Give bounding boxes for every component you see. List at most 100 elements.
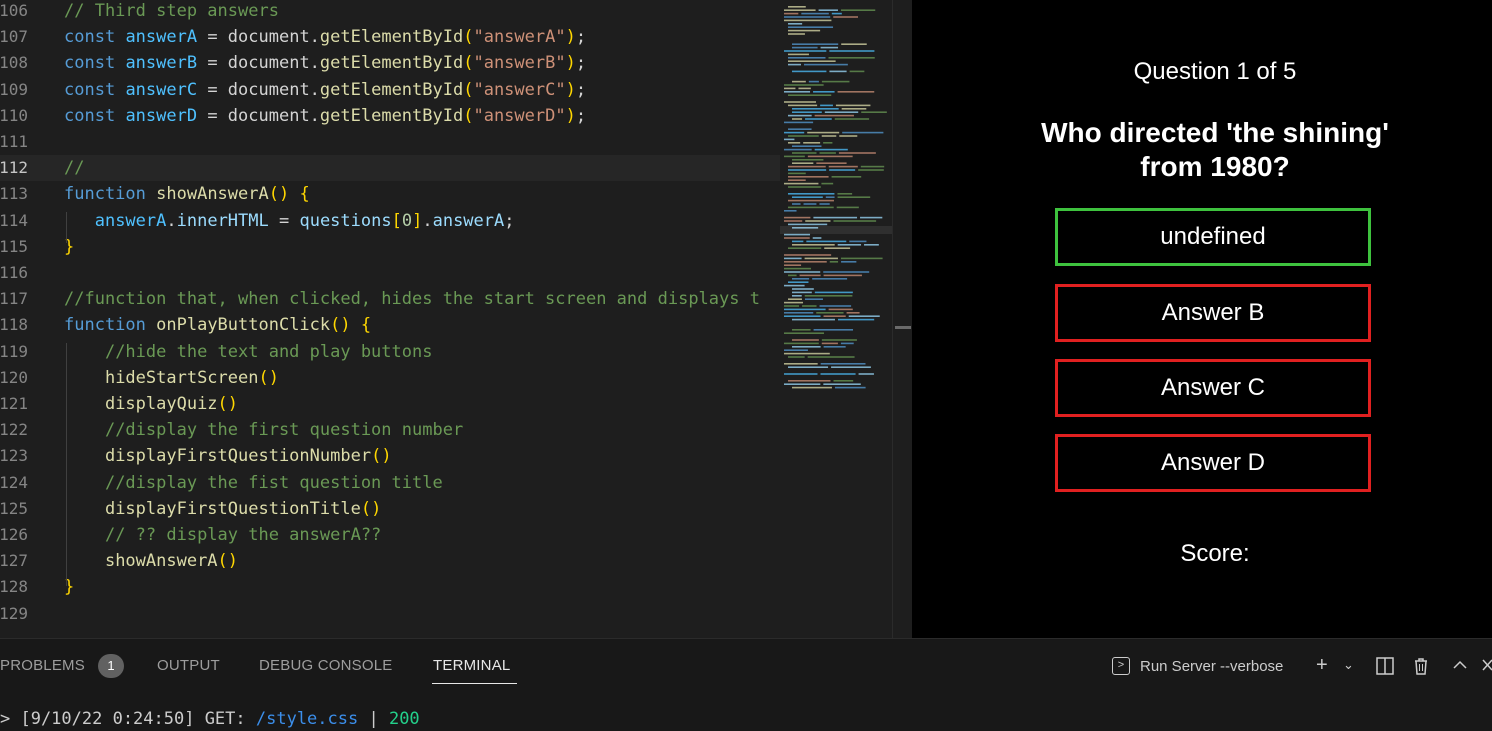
minimap-line: [821, 342, 838, 345]
code-line[interactable]: 109 const answerC = document.getElementBy…: [0, 77, 780, 103]
minimap[interactable]: [780, 0, 892, 638]
code-line[interactable]: 106 // Third step answers: [0, 0, 780, 24]
code-text[interactable]: //hide the text and play buttons: [64, 339, 433, 365]
close-icon[interactable]: [1482, 653, 1492, 679]
line-number: 127: [0, 551, 28, 571]
minimap-line: [784, 308, 826, 311]
code-line[interactable]: 122 //display the first question number: [0, 417, 780, 443]
line-number: 111: [0, 132, 28, 151]
minimap-line: [807, 131, 840, 134]
minimap-line: [784, 284, 805, 287]
minimap-line: [823, 383, 861, 385]
trash-icon[interactable]: [1411, 653, 1431, 682]
answer-b-button[interactable]: Answer B: [1055, 284, 1371, 342]
code-text[interactable]: // Third step answers: [64, 0, 279, 24]
chevron-up-icon[interactable]: [1452, 653, 1468, 679]
minimap-line: [819, 152, 836, 154]
minimap-line: [788, 6, 806, 8]
line-number: 123: [0, 446, 28, 466]
minimap-line: [860, 165, 885, 168]
code-text[interactable]: //function that, when clicked, hides the…: [64, 286, 760, 312]
code-text[interactable]: // ?? display the answerA??: [64, 522, 381, 548]
code-text[interactable]: //display the first question number: [64, 417, 463, 443]
code-line[interactable]: 129: [0, 601, 780, 627]
code-text[interactable]: displayFirstQuestionTitle(): [64, 496, 381, 522]
tab-debug-console[interactable]: DEBUG CONSOLE: [259, 656, 392, 676]
code-text[interactable]: const answerC = document.getElementById(…: [64, 77, 586, 103]
code-text[interactable]: function showAnswerA() {: [64, 181, 310, 207]
code-text[interactable]: const answerD = document.getElementById(…: [64, 103, 586, 129]
minimap-line: [805, 118, 832, 120]
code-text[interactable]: const answerB = document.getElementById(…: [64, 50, 586, 76]
code-line[interactable]: 125 displayFirstQuestionTitle(): [0, 496, 780, 522]
score-label: Score:: [1180, 540, 1250, 567]
minimap-line: [792, 295, 802, 297]
minimap-line: [784, 131, 805, 134]
minimap-line: [813, 329, 854, 331]
minimap-line: [831, 176, 862, 178]
code-line[interactable]: 118 function onPlayButtonClick() {: [0, 312, 780, 338]
code-editor[interactable]: 106 // Third step answers 107 const answerA…: [0, 0, 780, 638]
minimap-line: [825, 196, 835, 198]
code-line[interactable]: 113 function showAnswerA() {: [0, 181, 780, 207]
minimap-line: [788, 135, 819, 137]
code-line[interactable]: 112 //: [0, 155, 780, 182]
code-line[interactable]: 126 // ?? display the answerA??: [0, 522, 780, 548]
code-text[interactable]: function onPlayButtonClick() {: [64, 312, 371, 338]
minimap-line: [792, 291, 812, 294]
code-line[interactable]: 111: [0, 129, 780, 155]
code-line[interactable]: 123 displayFirstQuestionNumber(): [0, 443, 780, 469]
minimap-line: [788, 176, 829, 178]
code-text[interactable]: hideStartScreen(): [64, 365, 279, 391]
minimap-line: [788, 179, 806, 181]
code-text[interactable]: //: [64, 155, 84, 181]
minimap-line: [831, 12, 842, 15]
code-line[interactable]: 119 //hide the text and play buttons: [0, 339, 780, 365]
minimap-line: [837, 318, 875, 321]
tab-output[interactable]: OUTPUT: [157, 656, 220, 676]
code-text[interactable]: //display the fist question title: [64, 470, 443, 496]
minimap-line: [788, 165, 826, 168]
minimap-line: [784, 363, 818, 365]
code-text[interactable]: answerA.innerHTML = questions[0].answerA…: [64, 208, 515, 234]
minimap-line: [784, 349, 808, 351]
minimap-line: [829, 169, 856, 171]
tab-problems[interactable]: PROBLEMS: [0, 656, 85, 676]
code-line[interactable]: 121 displayQuiz(): [0, 391, 780, 417]
minimap-line: [820, 363, 866, 365]
minimap-line: [804, 298, 823, 300]
code-line[interactable]: 124 //display the fist question title: [0, 470, 780, 496]
code-line[interactable]: 116: [0, 260, 780, 286]
scrollbar-thumb[interactable]: [895, 326, 911, 329]
minimap-line: [837, 196, 871, 198]
editor-scrollbar[interactable]: [892, 0, 913, 638]
split-icon[interactable]: [1375, 653, 1395, 682]
code-line[interactable]: 115}: [0, 234, 780, 260]
code-text[interactable]: displayQuiz(): [64, 391, 238, 417]
minimap-line: [816, 162, 847, 164]
code-text[interactable]: showAnswerA(): [64, 548, 238, 574]
minimap-line: [792, 111, 822, 113]
code-line[interactable]: 110 const answerD = document.getElementBy…: [0, 103, 780, 129]
line-number: 120: [0, 367, 28, 387]
code-line[interactable]: 108 const answerB = document.getElementBy…: [0, 50, 780, 76]
answer-c-button[interactable]: Answer C: [1055, 359, 1371, 417]
answer-d-button[interactable]: Answer D: [1055, 434, 1371, 492]
line-number: 116: [0, 263, 28, 282]
code-line[interactable]: 128}: [0, 574, 780, 600]
minimap-line: [784, 257, 802, 260]
chevron-down-icon[interactable]: ⌄: [1343, 653, 1354, 677]
code-line[interactable]: 107 const answerA = document.getElementBy…: [0, 24, 780, 50]
tab-terminal[interactable]: TERMINAL: [433, 656, 510, 676]
answer-a-button[interactable]: undefined: [1055, 208, 1371, 266]
minimap-line: [788, 63, 802, 66]
indent-guide: [66, 211, 67, 244]
code-text[interactable]: const answerA = document.getElementById(…: [64, 24, 586, 50]
minimap-line: [792, 278, 810, 280]
code-text[interactable]: displayFirstQuestionNumber(): [64, 443, 392, 469]
code-line[interactable]: 114 answerA.innerHTML = questions[0].ans…: [0, 208, 780, 234]
code-line[interactable]: 127 showAnswerA(): [0, 548, 780, 574]
plus-icon[interactable]: +: [1316, 653, 1328, 677]
code-line[interactable]: 120 hideStartScreen(): [0, 365, 780, 391]
code-line[interactable]: 117 //function that, when clicked, hides …: [0, 286, 780, 312]
